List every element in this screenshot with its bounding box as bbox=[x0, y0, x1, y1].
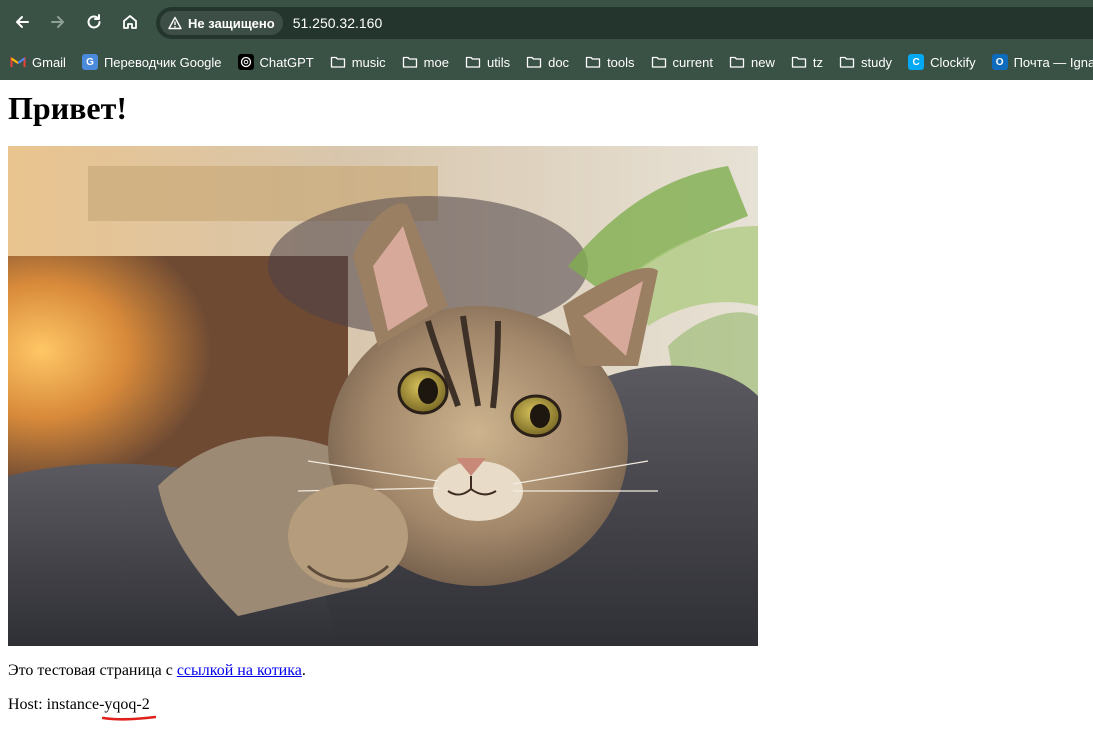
arrow-right-icon bbox=[51, 16, 64, 28]
bookmark-folder-moe[interactable]: moe bbox=[402, 54, 449, 70]
folder-icon bbox=[839, 56, 855, 68]
folder-icon bbox=[402, 56, 417, 68]
url-text[interactable]: 51.250.32.160 bbox=[293, 15, 383, 31]
bookmark-label: music bbox=[351, 54, 386, 70]
bookmark-label: doc bbox=[548, 54, 570, 70]
bookmark-label: utils bbox=[486, 54, 511, 70]
bookmark-folder-tz[interactable]: tz bbox=[791, 54, 823, 70]
page-heading: Привет! bbox=[8, 90, 127, 126]
bookmark-chatgpt[interactable]: ChatGPT bbox=[237, 54, 314, 70]
host-label: Host: bbox=[8, 696, 47, 713]
bookmark-gmail[interactable]: Gmail bbox=[10, 54, 66, 70]
annotation-underline bbox=[102, 715, 156, 721]
home-button[interactable] bbox=[116, 8, 144, 36]
bookmark-folder-utils[interactable]: utils bbox=[465, 54, 510, 70]
host-paragraph: Host: instance-yqoq-2 bbox=[8, 696, 1085, 721]
bookmark-clockify[interactable]: C Clockify bbox=[908, 54, 976, 70]
browser-toolbar: Не защищено 51.250.32.160 bbox=[0, 0, 1093, 44]
warning-icon bbox=[168, 16, 182, 30]
chatgpt-icon bbox=[237, 54, 254, 70]
folder-icon bbox=[791, 56, 807, 68]
bookmark-translate[interactable]: G Переводчик Google bbox=[81, 54, 222, 70]
google-translate-icon: G bbox=[81, 54, 98, 70]
cat-photo bbox=[8, 146, 758, 646]
browser-chrome: Не защищено 51.250.32.160 Gmail G Перево… bbox=[0, 0, 1093, 80]
back-button[interactable] bbox=[8, 8, 36, 36]
security-label: Не защищено bbox=[188, 15, 275, 31]
intro-suffix: . bbox=[301, 662, 306, 679]
bookmark-label: tools bbox=[607, 54, 635, 70]
bookmarks-bar: Gmail G Переводчик Google ChatGPT music … bbox=[0, 44, 1093, 80]
security-indicator[interactable]: Не защищено bbox=[160, 11, 283, 35]
folder-icon bbox=[526, 56, 542, 68]
bookmark-folder-new[interactable]: new bbox=[729, 54, 775, 70]
arrow-left-icon bbox=[16, 16, 29, 28]
folder-icon bbox=[729, 56, 745, 68]
bookmark-outlook[interactable]: O Почта — Ignat bbox=[991, 54, 1093, 70]
cat-link[interactable]: ссылкой на котика bbox=[177, 662, 302, 679]
bookmark-folder-doc[interactable]: doc bbox=[526, 54, 569, 70]
reload-icon bbox=[87, 14, 101, 29]
folder-icon bbox=[465, 56, 481, 68]
folder-icon bbox=[330, 56, 345, 68]
folder-icon bbox=[651, 56, 666, 68]
address-bar[interactable]: Не защищено 51.250.32.160 bbox=[156, 7, 1093, 39]
host-value: instance-yqoq-2 bbox=[46, 696, 150, 713]
bookmark-label: ChatGPT bbox=[259, 54, 314, 70]
bookmark-label: current bbox=[672, 54, 713, 70]
home-icon bbox=[123, 15, 137, 29]
bookmark-label: new bbox=[751, 54, 775, 70]
bookmark-label: Gmail bbox=[32, 54, 66, 70]
forward-button[interactable] bbox=[44, 8, 72, 36]
bookmark-folder-study[interactable]: study bbox=[839, 54, 892, 70]
bookmark-folder-current[interactable]: current bbox=[651, 54, 713, 70]
bookmark-label: Почта — Ignat bbox=[1013, 54, 1093, 70]
outlook-icon: O bbox=[991, 54, 1008, 70]
reload-button[interactable] bbox=[80, 8, 108, 36]
folder-icon bbox=[585, 56, 601, 68]
clockify-icon: C bbox=[908, 54, 925, 70]
bookmark-label: moe bbox=[423, 54, 449, 70]
page-content: Привет! Это тестовая страница с ссылкой … bbox=[0, 90, 1093, 721]
bookmark-label: Переводчик Google bbox=[103, 54, 222, 70]
intro-prefix: Это тестовая страница с bbox=[8, 662, 177, 679]
bookmark-label: study bbox=[860, 54, 893, 70]
bookmark-label: Clockify bbox=[930, 54, 976, 70]
bookmark-label: tz bbox=[812, 54, 823, 70]
bookmark-folder-tools[interactable]: tools bbox=[585, 54, 635, 70]
intro-paragraph: Это тестовая страница с ссылкой на котик… bbox=[8, 662, 1085, 680]
bookmark-folder-music[interactable]: music bbox=[330, 54, 386, 70]
gmail-icon bbox=[10, 56, 26, 67]
